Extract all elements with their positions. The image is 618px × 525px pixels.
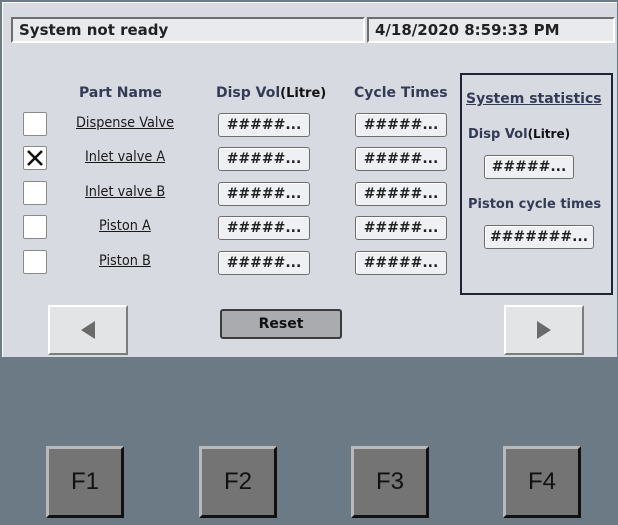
system-statistics-box: System statistics Disp Vol(Litre) #####.…: [460, 73, 613, 295]
part-name-link[interactable]: Inlet valve A: [85, 149, 165, 165]
hmi-screen: System not ready 4/18/2020 8:59:33 PM Pa…: [0, 0, 618, 525]
stats-disp-vol-unit: (Litre): [527, 127, 571, 141]
f3-key[interactable]: F3: [351, 446, 429, 518]
row-checkbox[interactable]: [23, 112, 47, 136]
stats-title: System statistics: [466, 91, 602, 107]
checkmark-x-icon: [27, 150, 43, 166]
disp-vol-field[interactable]: #####...: [218, 147, 310, 171]
header-disp-vol-unit: (Litre): [280, 86, 327, 101]
cycle-times-field[interactable]: #####...: [355, 251, 447, 275]
status-message: System not ready: [11, 17, 365, 43]
stats-disp-vol-text: Disp Vol: [468, 127, 528, 142]
next-button[interactable]: [504, 305, 584, 355]
reset-button[interactable]: Reset: [220, 309, 342, 339]
previous-button[interactable]: [48, 305, 128, 355]
triangle-right-icon: [537, 321, 551, 339]
cycle-times-field[interactable]: #####...: [355, 216, 447, 240]
header-part-name: Part Name: [79, 85, 163, 101]
stats-piston-field[interactable]: #######...: [484, 225, 594, 249]
disp-vol-field[interactable]: #####...: [218, 182, 310, 206]
disp-vol-field[interactable]: #####...: [218, 113, 310, 137]
disp-vol-field[interactable]: #####...: [218, 251, 310, 275]
row-checkbox[interactable]: [23, 250, 47, 274]
stats-disp-vol-field[interactable]: #####...: [484, 155, 574, 179]
disp-vol-field[interactable]: #####...: [218, 216, 310, 240]
triangle-left-icon: [81, 321, 95, 339]
header-cycle-times: Cycle Times: [354, 85, 448, 101]
header-disp-vol-text: Disp Vol: [216, 85, 281, 101]
f1-key[interactable]: F1: [46, 446, 124, 518]
part-name-link[interactable]: Piston A: [99, 218, 151, 234]
row-checkbox[interactable]: [23, 181, 47, 205]
part-name-link[interactable]: Inlet valve B: [85, 184, 165, 200]
f4-key[interactable]: F4: [503, 446, 581, 518]
main-panel: System not ready 4/18/2020 8:59:33 PM Pa…: [2, 2, 617, 357]
stats-disp-vol-label: Disp Vol(Litre): [468, 127, 570, 142]
row-checkbox[interactable]: [23, 146, 47, 170]
cycle-times-field[interactable]: #####...: [355, 182, 447, 206]
cycle-times-field[interactable]: #####...: [355, 113, 447, 137]
part-name-link[interactable]: Dispense Valve: [76, 115, 174, 131]
cycle-times-field[interactable]: #####...: [355, 147, 447, 171]
part-name-link[interactable]: Piston B: [99, 253, 151, 269]
date-time-display: 4/18/2020 8:59:33 PM: [367, 17, 615, 43]
f2-key[interactable]: F2: [199, 446, 277, 518]
row-checkbox[interactable]: [23, 215, 47, 239]
stats-piston-label: Piston cycle times: [468, 197, 602, 212]
header-disp-vol: Disp Vol(Litre): [216, 85, 326, 101]
